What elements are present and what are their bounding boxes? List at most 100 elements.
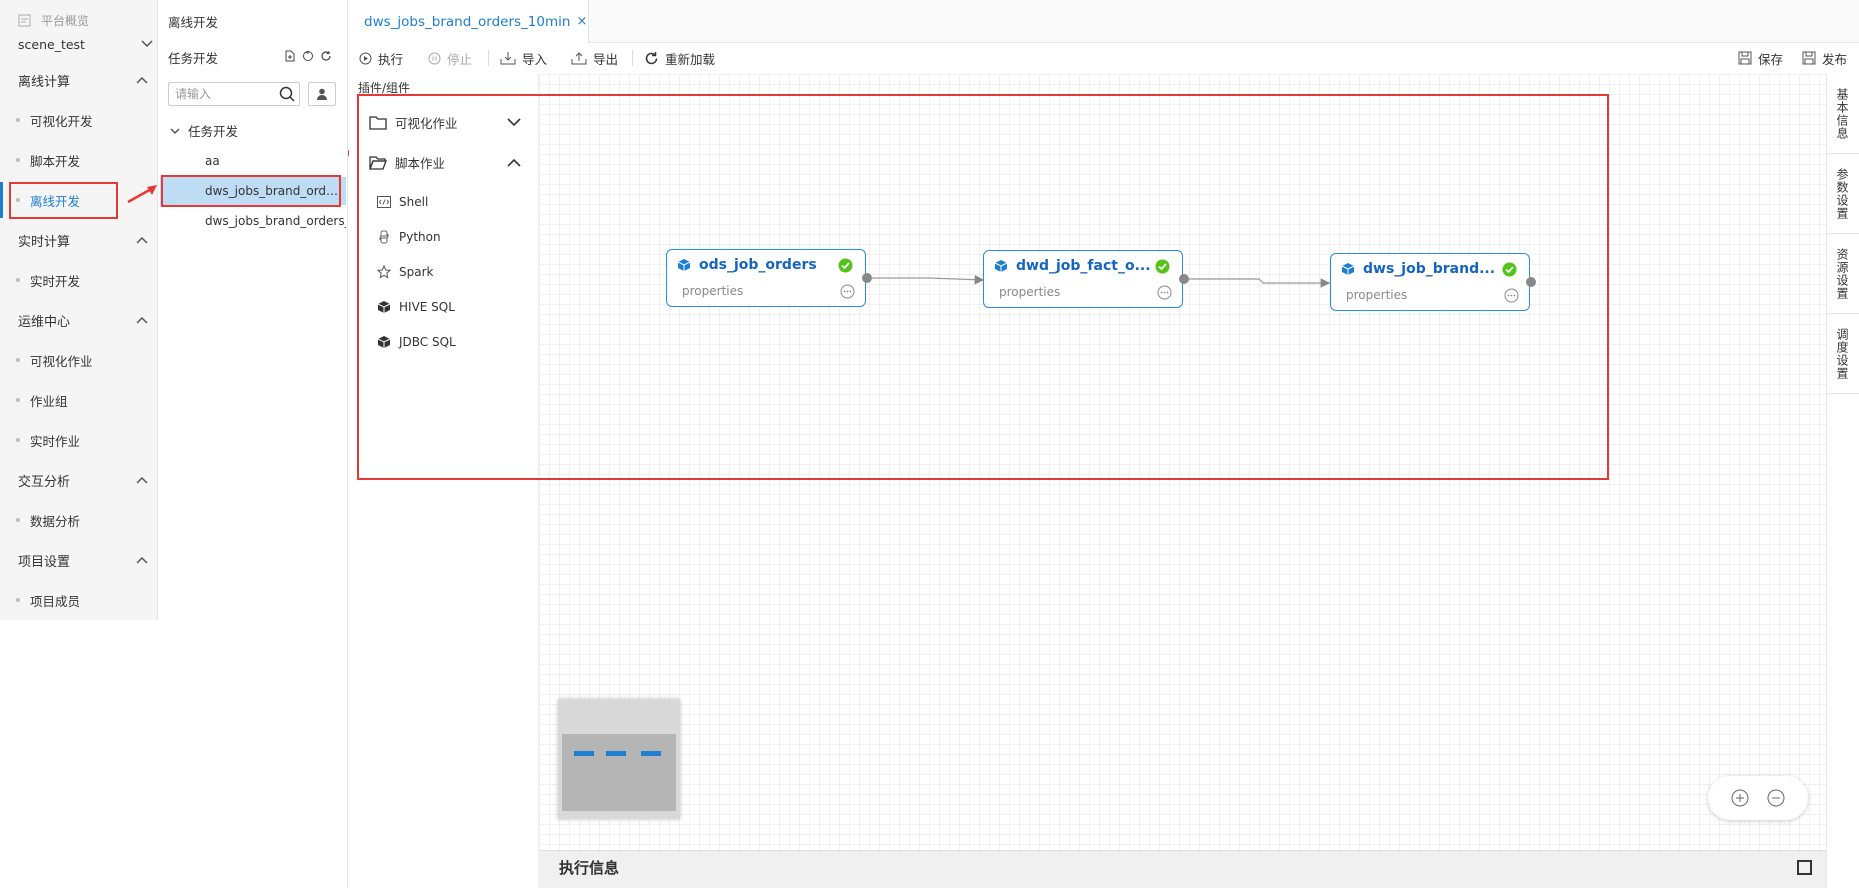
annotation-box	[9, 182, 118, 219]
chevron-down-icon	[141, 40, 153, 48]
right-tab-label: 调度设置	[1835, 327, 1849, 380]
chevron-up-icon	[136, 236, 148, 244]
publish-button[interactable]: 发布	[1802, 48, 1847, 68]
right-tab-schedule[interactable]: 调度设置	[1826, 314, 1859, 394]
minimap-viewport[interactable]	[562, 734, 676, 811]
save-icon	[1738, 51, 1752, 65]
nav-item-visual-jobs[interactable]: 可视化作业	[16, 349, 93, 371]
new-file-icon[interactable]	[284, 50, 296, 62]
chevron-up-icon	[136, 316, 148, 324]
nav-overview[interactable]: 平台概览	[18, 10, 89, 30]
tree-root[interactable]: 任务开发	[170, 121, 238, 140]
reload-icon	[645, 51, 658, 64]
tab-label: dws_jobs_brand_orders_10min	[364, 13, 571, 30]
nav-group-label: 实时计算	[18, 234, 71, 250]
save-button[interactable]: 保存	[1738, 48, 1783, 68]
nav-item-label: 可视化作业	[30, 353, 93, 369]
stop-button[interactable]: 停止	[428, 48, 472, 68]
import-button[interactable]: 导入	[500, 48, 547, 68]
search-box	[168, 82, 300, 106]
nav-item-members[interactable]: 项目成员	[16, 589, 80, 611]
project-name: scene_test	[18, 36, 85, 52]
annotation-box	[357, 94, 1609, 480]
run-label: 执行	[378, 51, 404, 67]
right-tab-label: 参数设置	[1835, 167, 1849, 220]
bullet	[16, 278, 20, 282]
export-icon	[571, 52, 587, 65]
pause-icon	[428, 52, 441, 64]
tree-item-other[interactable]: dws_jobs_brand_orders_...	[160, 207, 346, 235]
nav-item-visual-dev[interactable]: 可视化开发	[16, 109, 93, 131]
nav-item-script-dev[interactable]: 脚本开发	[16, 149, 80, 171]
bullet	[16, 158, 20, 162]
import-icon	[500, 52, 516, 65]
nav-item-data-analysis[interactable]: 数据分析	[16, 509, 80, 531]
toolbar-divider	[632, 50, 633, 66]
play-icon	[359, 52, 372, 64]
publish-label: 发布	[1822, 51, 1848, 67]
nav-item-job-groups[interactable]: 作业组	[16, 389, 68, 411]
bullet	[16, 598, 20, 602]
nav-item-realtime-jobs[interactable]: 实时作业	[16, 429, 80, 451]
minimap-node	[574, 751, 594, 756]
nav-item-label: 脚本开发	[30, 153, 81, 169]
annotation-box	[161, 175, 341, 207]
overview-icon	[18, 14, 31, 26]
nav-group-label: 运维中心	[18, 314, 71, 330]
close-icon[interactable]: ×	[576, 14, 587, 29]
chevron-up-icon	[136, 556, 148, 564]
zoom-in-icon[interactable]	[1731, 789, 1749, 807]
chevron-up-icon	[136, 476, 148, 484]
nav-item-label: 实时作业	[30, 433, 81, 449]
minimap-node	[641, 751, 661, 756]
bullet	[16, 438, 20, 442]
reload-button[interactable]: 重新加载	[644, 48, 715, 68]
tree-title: 离线开发	[168, 15, 219, 30]
refresh-icon[interactable]	[320, 50, 332, 62]
user-filter-button[interactable]	[308, 82, 336, 106]
bullet	[16, 518, 20, 522]
publish-icon	[1802, 51, 1816, 65]
minimap[interactable]	[558, 699, 680, 819]
tab-job[interactable]: dws_jobs_brand_orders_10min ×	[349, 0, 589, 43]
chevron-down-icon	[170, 128, 180, 134]
tree-root-label: 任务开发	[188, 124, 239, 139]
run-button[interactable]: 执行	[359, 48, 403, 68]
nav-group-offline[interactable]: 离线计算	[18, 68, 148, 92]
nav-item-realtime-dev[interactable]: 实时开发	[16, 269, 80, 291]
maximize-icon[interactable]	[1797, 860, 1812, 875]
nav-group-label: 交互分析	[18, 474, 71, 490]
minimap-node	[606, 751, 626, 756]
export-label: 导出	[593, 51, 619, 67]
right-tab-label: 基本信息	[1835, 87, 1849, 140]
exec-panel-title: 执行信息	[559, 859, 620, 877]
tree-tools	[284, 50, 332, 62]
project-select[interactable]: scene_test	[18, 33, 153, 55]
search-icon[interactable]	[279, 86, 295, 102]
user-icon	[317, 88, 327, 100]
nav-item-label: 可视化开发	[30, 113, 93, 129]
right-tab-params[interactable]: 参数设置	[1826, 154, 1859, 234]
bullet	[16, 358, 20, 362]
zoom-out-icon[interactable]	[1767, 789, 1785, 807]
bullet	[16, 118, 20, 122]
active-indicator	[0, 182, 3, 218]
nav-group-ops[interactable]: 运维中心	[18, 308, 148, 332]
annotation-arrow	[127, 185, 157, 204]
search-input[interactable]	[175, 87, 271, 101]
right-tab-resources[interactable]: 资源设置	[1826, 234, 1859, 314]
exec-panel	[539, 850, 1826, 888]
right-tab-basic[interactable]: 基本信息	[1826, 74, 1859, 154]
nav-item-label: 作业组	[30, 393, 68, 409]
tree-item-aa[interactable]: aa	[160, 147, 346, 175]
nav-group-realtime[interactable]: 实时计算	[18, 228, 148, 252]
zoom-controls	[1708, 776, 1808, 820]
nav-group-analysis[interactable]: 交互分析	[18, 468, 148, 492]
toolbar-divider	[488, 50, 489, 66]
save-label: 保存	[1758, 51, 1784, 67]
nav-group-settings[interactable]: 项目设置	[18, 548, 148, 572]
chevron-up-icon	[136, 76, 148, 84]
nav-group-label: 离线计算	[18, 74, 71, 90]
export-button[interactable]: 导出	[571, 48, 618, 68]
sync-icon[interactable]	[302, 50, 314, 62]
